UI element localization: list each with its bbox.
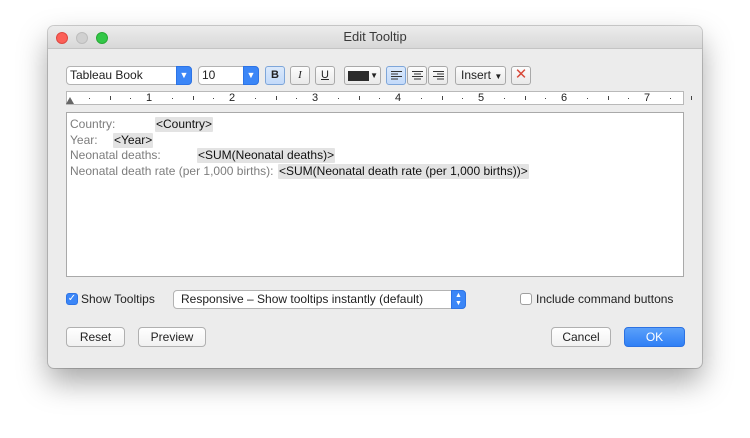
clear-formatting-button[interactable]: ✕ bbox=[511, 66, 531, 85]
italic-button[interactable]: I bbox=[290, 66, 310, 85]
tooltip-mode-value: Responsive – Show tooltips instantly (de… bbox=[181, 292, 424, 306]
ruler-dot bbox=[379, 98, 381, 99]
ruler-mark: 6 bbox=[561, 92, 568, 104]
ruler-dot bbox=[88, 98, 90, 99]
ruler-tick bbox=[690, 96, 692, 100]
ruler-dot bbox=[628, 98, 630, 99]
ruler[interactable]: 1 2 3 4 5 6 7 bbox=[66, 91, 692, 105]
ruler-dot bbox=[669, 98, 671, 99]
tooltip-field-token[interactable]: <SUM(Neonatal death rate (per 1,000 birt… bbox=[278, 163, 529, 179]
tooltip-line: Country: <Country> bbox=[70, 117, 675, 132]
include-command-buttons-checkbox[interactable] bbox=[520, 293, 532, 305]
tooltip-line-label: Country: bbox=[70, 117, 116, 131]
ruler-mark: 7 bbox=[644, 92, 651, 104]
ruler-mark: 3 bbox=[312, 92, 319, 104]
tooltip-line-label: Year: bbox=[70, 132, 98, 147]
minimize-window-button bbox=[76, 32, 88, 44]
chevron-updown-icon[interactable]: ▲ ▼ bbox=[451, 290, 466, 309]
tooltip-field-token[interactable]: <SUM(Neonatal deaths)> bbox=[197, 148, 336, 163]
ruler-dot bbox=[545, 98, 547, 99]
align-center-icon bbox=[411, 71, 423, 80]
ruler-dot bbox=[337, 98, 339, 99]
tooltip-line-label: Neonatal deaths: bbox=[70, 148, 161, 162]
preview-button[interactable]: Preview bbox=[138, 327, 206, 347]
indent-marker-icon[interactable] bbox=[66, 97, 74, 104]
ruler-mark: 2 bbox=[229, 92, 236, 104]
ruler-dot bbox=[586, 98, 588, 99]
ruler-dot bbox=[296, 98, 298, 99]
chevron-down-icon: ▼ bbox=[494, 72, 503, 81]
font-family-combo[interactable]: Tableau Book ▼ bbox=[66, 66, 192, 85]
ruler-dot bbox=[213, 98, 215, 99]
underline-button[interactable]: U bbox=[315, 66, 335, 85]
title-bar[interactable]: Edit Tooltip bbox=[48, 26, 702, 49]
tooltip-line-label: Neonatal death rate (per 1,000 births): bbox=[70, 163, 274, 178]
align-left-button[interactable] bbox=[386, 66, 406, 85]
ruler-tick bbox=[192, 96, 194, 100]
tooltip-field-token[interactable]: <Country> bbox=[155, 117, 214, 132]
bold-button[interactable]: B bbox=[265, 66, 285, 85]
ruler-dot bbox=[171, 98, 173, 99]
align-center-button[interactable] bbox=[407, 66, 427, 85]
reset-button[interactable]: Reset bbox=[66, 327, 125, 347]
ruler-dot bbox=[462, 98, 464, 99]
align-right-icon bbox=[432, 71, 444, 80]
ruler-mark: 4 bbox=[395, 92, 402, 104]
ruler-dot bbox=[503, 98, 505, 99]
insert-menu-button[interactable]: Insert ▼ bbox=[455, 66, 506, 85]
tooltip-mode-select[interactable]: Responsive – Show tooltips instantly (de… bbox=[173, 290, 466, 309]
show-tooltips-checkbox[interactable]: ✓ bbox=[66, 293, 78, 305]
ruler-tick bbox=[524, 96, 526, 100]
tooltip-line: Year: <Year> bbox=[70, 132, 675, 148]
ruler-tick bbox=[441, 96, 443, 100]
ruler-dot bbox=[130, 98, 132, 99]
format-toolbar: Tableau Book ▼ 10 ▼ B I U ▼ Insert ▼ ✕ bbox=[66, 66, 686, 86]
ruler-dot bbox=[254, 98, 256, 99]
include-command-buttons-label: Include command buttons bbox=[536, 292, 674, 306]
tooltip-line: Neonatal death rate (per 1,000 births): <… bbox=[70, 163, 675, 179]
ok-button[interactable]: OK bbox=[624, 327, 685, 347]
tooltip-editor[interactable]: Country: <Country> Year: <Year> Neonatal dea… bbox=[66, 112, 684, 277]
window-title: Edit Tooltip bbox=[343, 29, 407, 44]
insert-label: Insert bbox=[461, 68, 492, 82]
ruler-tick bbox=[275, 96, 277, 100]
text-color-picker[interactable]: ▼ bbox=[344, 66, 381, 85]
cancel-button[interactable]: Cancel bbox=[551, 327, 611, 347]
align-right-button[interactable] bbox=[428, 66, 448, 85]
chevron-down-icon[interactable]: ▼ bbox=[243, 66, 259, 85]
close-window-button[interactable] bbox=[56, 32, 68, 44]
x-icon: ✕ bbox=[514, 66, 528, 83]
ruler-mark: 1 bbox=[146, 92, 153, 104]
text-color-swatch bbox=[348, 71, 369, 81]
ruler-tick bbox=[607, 96, 609, 100]
tooltip-field-token[interactable]: <Year> bbox=[113, 132, 154, 148]
ruler-dot bbox=[420, 98, 422, 99]
options-row: ✓ Show Tooltips Responsive – Show toolti… bbox=[66, 290, 686, 310]
edit-tooltip-dialog: Edit Tooltip Tableau Book ▼ 10 ▼ B I U ▼ bbox=[48, 26, 702, 368]
maximize-window-button[interactable] bbox=[96, 32, 108, 44]
ruler-tick bbox=[358, 96, 360, 100]
font-size-combo[interactable]: 10 ▼ bbox=[198, 66, 259, 85]
show-tooltips-label: Show Tooltips bbox=[81, 292, 155, 306]
font-size-value: 10 bbox=[202, 68, 216, 82]
font-family-value: Tableau Book bbox=[70, 68, 143, 82]
chevron-down-icon[interactable]: ▼ bbox=[176, 66, 192, 85]
ruler-tick bbox=[109, 96, 111, 100]
align-left-icon bbox=[390, 71, 402, 80]
ruler-mark: 5 bbox=[478, 92, 485, 104]
tooltip-line: Neonatal deaths: <SUM(Neonatal deaths)> bbox=[70, 148, 675, 163]
chevron-down-icon: ▼ bbox=[370, 71, 378, 80]
